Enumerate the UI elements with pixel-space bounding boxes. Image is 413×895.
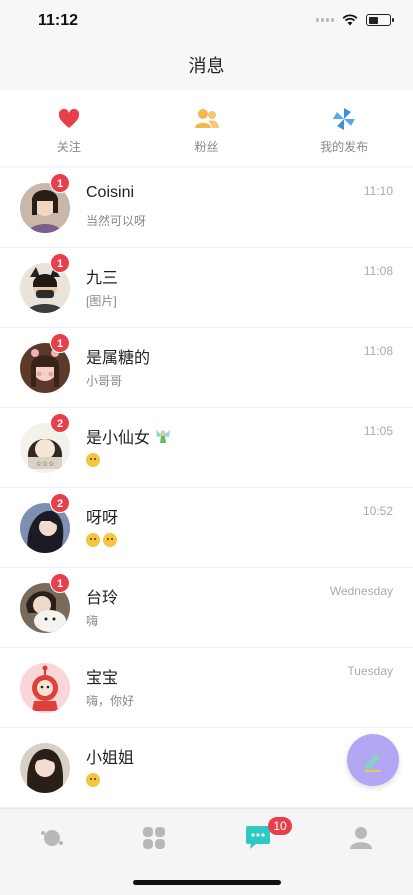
heart-icon	[56, 106, 82, 132]
status-icons	[316, 14, 394, 26]
discover-icon	[41, 830, 63, 846]
home-indicator	[133, 880, 281, 885]
contact-name: 小姐姐	[86, 750, 135, 767]
filter-bar: 关注 粉丝 我的发布	[0, 90, 413, 166]
unread-badge: 1	[50, 253, 70, 273]
avatar	[20, 663, 70, 713]
message-time: 11:08	[363, 264, 393, 278]
contact-name: Coisini	[86, 184, 135, 201]
contact-name: 呀呀	[86, 510, 119, 527]
filter-label: 我的发布	[320, 140, 369, 154]
message-time: 10:52	[362, 504, 393, 518]
unread-badge: 2	[50, 493, 70, 513]
avatar	[20, 743, 70, 793]
message-row[interactable]: 1 台玲 嗨 Wednesday	[0, 568, 413, 648]
contact-name: 九三	[86, 270, 119, 287]
unread-badge: 1	[50, 333, 70, 353]
unread-badge: 2	[50, 413, 70, 433]
contact-name: 是属糖的	[86, 350, 151, 367]
message-row[interactable]: 1 九三 [图片] 11:08	[0, 248, 413, 328]
contact-name: 台玲	[86, 590, 119, 607]
pinwheel-icon	[331, 106, 357, 132]
message-preview	[86, 772, 103, 787]
emoji-icon	[86, 532, 100, 547]
contact-name: 是小仙女	[86, 424, 172, 448]
emoji-icon	[86, 452, 100, 467]
contact-name-text: 是小仙女	[86, 430, 151, 447]
message-row[interactable]: ☆☆☆ 2 是小仙女 11:05	[0, 408, 413, 488]
message-row[interactable]: 宝宝 嗨，你好 Tuesday	[0, 648, 413, 728]
status-bar: 11:12	[0, 0, 413, 44]
message-preview: [图片]	[86, 294, 117, 308]
chat-badge: 10	[268, 817, 292, 835]
message-preview: 当然可以呀	[86, 214, 147, 228]
pencil-icon	[365, 753, 381, 772]
emoji-icon	[103, 532, 117, 547]
filter-tab-follow[interactable]: 关注	[0, 90, 138, 166]
message-preview: 嗨，你好	[86, 694, 135, 708]
filter-label: 粉丝	[194, 140, 219, 154]
message-preview	[86, 452, 103, 467]
signal-icon	[316, 18, 334, 22]
filter-tab-fans[interactable]: 粉丝	[138, 90, 276, 166]
svg-text:☆☆☆: ☆☆☆	[36, 460, 55, 468]
wifi-icon	[342, 14, 358, 26]
message-time: 11:10	[363, 184, 393, 198]
status-time: 11:12	[38, 12, 79, 29]
message-time: Tuesday	[347, 664, 393, 678]
unread-badge: 1	[50, 573, 70, 593]
compose-button[interactable]	[347, 734, 399, 786]
filter-tab-my-posts[interactable]: 我的发布	[275, 90, 413, 166]
tab-discover[interactable]	[32, 823, 72, 853]
battery-icon	[366, 14, 394, 26]
message-preview: 嗨	[86, 614, 99, 628]
message-time: Wednesday	[329, 584, 393, 598]
message-row[interactable]: 1 是属糖的 小哥哥 11:08	[0, 328, 413, 408]
filter-label: 关注	[56, 140, 81, 154]
tab-apps[interactable]	[134, 823, 174, 853]
people-icon	[194, 106, 220, 132]
emoji-icon	[86, 772, 100, 787]
page-title: 消息	[188, 56, 225, 76]
fairy-icon	[156, 430, 171, 443]
unread-badge: 1	[50, 173, 70, 193]
message-row[interactable]: 2 呀呀 10:52	[0, 488, 413, 568]
apps-icon	[143, 827, 165, 849]
message-list: 1 Coisini 当然可以呀 11:10 1 九三 [图片] 11:08 1 …	[0, 168, 413, 808]
message-preview: 小哥哥	[86, 374, 123, 388]
message-row[interactable]: 1 Coisini 当然可以呀 11:10	[0, 168, 413, 248]
message-time: 11:08	[363, 344, 393, 358]
tab-profile[interactable]	[341, 823, 381, 853]
message-time: 11:05	[363, 424, 393, 438]
contact-name: 宝宝	[86, 670, 119, 687]
profile-icon	[350, 827, 372, 849]
message-preview	[86, 532, 120, 547]
